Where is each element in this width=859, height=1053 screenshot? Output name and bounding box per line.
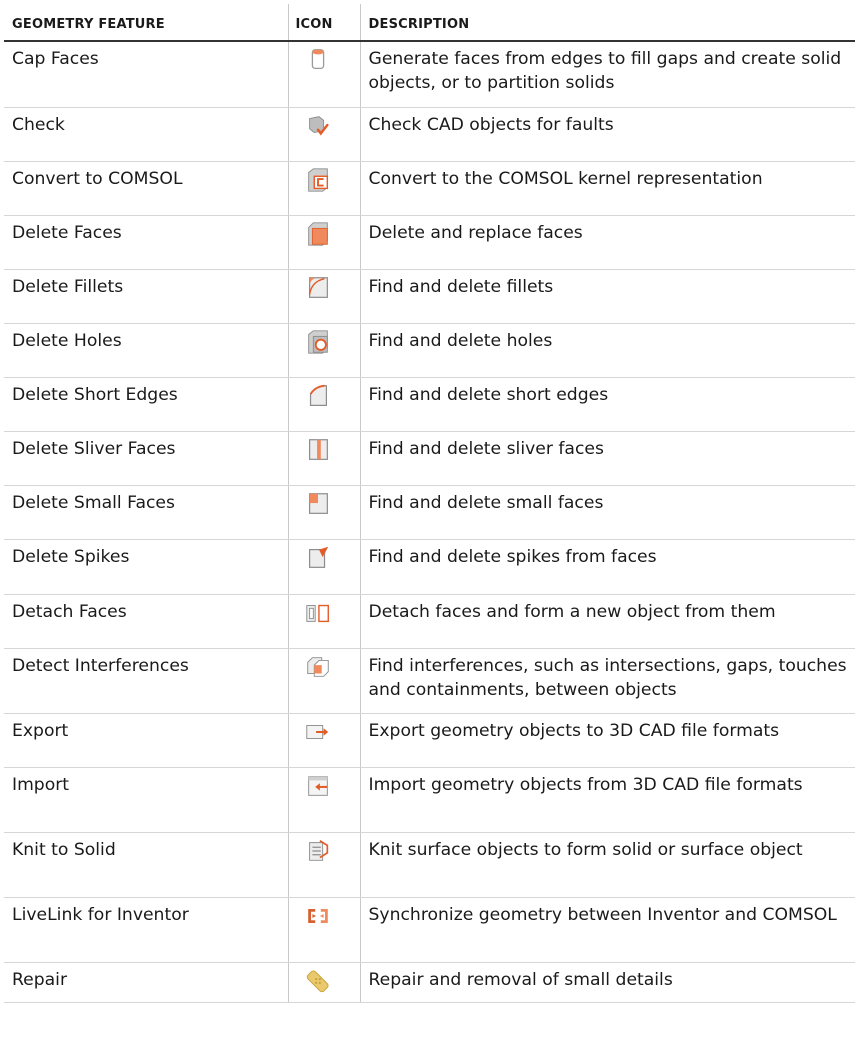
feature-description: Generate faces from edges to fill gaps a… [360,41,855,108]
feature-description: Find interferences, such as intersection… [360,648,855,714]
feature-description: Export geometry objects to 3D CAD file f… [360,713,855,768]
delete-holes-icon [307,329,328,354]
table-row: Cap Faces Generate faces from edges to fi… [4,41,855,108]
feature-description: Knit surface objects to form solid or su… [360,832,855,898]
feature-name: Detect Interferences [4,648,288,714]
feature-description: Find and delete short edges [360,377,855,432]
import-icon [307,775,328,796]
feature-icon-cell [287,377,361,432]
feature-icon-cell [287,215,361,270]
delete-fillets-icon [308,276,328,298]
geometry-features-table: GEOMETRY FEATURE ICON DESCRIPTION Cap Fa… [4,4,855,1003]
delete-faces-icon [307,221,328,246]
header-geometry-feature: GEOMETRY FEATURE [4,4,288,42]
feature-icon-cell [287,485,361,540]
feature-name: Cap Faces [4,41,288,108]
table-row: Check Check CAD objects for faults [4,107,855,162]
feature-icon-cell [287,594,361,649]
feature-description: Check CAD objects for faults [360,107,855,162]
feature-description: Repair and removal of small details [360,962,855,1003]
detach-faces-icon [305,604,329,622]
feature-name: Import [4,767,288,833]
feature-name: Delete Holes [4,323,288,378]
livelink-inventor-icon [307,908,328,923]
feature-description: Detach faces and form a new object from … [360,594,855,649]
export-icon [305,724,328,739]
delete-spikes-icon [308,546,328,568]
delete-small-faces-icon [308,492,328,514]
feature-name: Delete Small Faces [4,485,288,540]
feature-description: Find and delete sliver faces [360,431,855,486]
table-row: Delete Fillets Find and delete fillets [4,269,855,324]
feature-icon-cell [287,713,361,768]
table-header-row: GEOMETRY FEATURE ICON DESCRIPTION [4,4,855,42]
table-row: Delete Short Edges Find and delete short … [4,377,855,432]
feature-description: Find and delete spikes from faces [360,539,855,595]
check-icon [308,115,329,135]
table-row: Delete Small Faces Find and delete small … [4,485,855,540]
header-icon: ICON [287,4,361,42]
delete-sliver-faces-icon [308,438,328,460]
feature-icon-cell [287,269,361,324]
feature-name: Delete Sliver Faces [4,431,288,486]
feature-icon-cell [287,323,361,378]
feature-icon-cell [287,161,361,216]
feature-name: Convert to COMSOL [4,161,288,216]
table-row: Detect Interferences Find interferences, … [4,648,855,714]
convert-to-comsol-icon [307,167,328,192]
table-row: Detach Faces Detach faces and form a new … [4,594,855,649]
feature-name: Knit to Solid [4,832,288,898]
feature-icon-cell [287,539,361,595]
table-row: Delete Faces Delete and replace faces [4,215,855,270]
table-row: Export Export geometry objects to 3D CAD … [4,713,855,768]
table-row: Repair Repair and removal of small detail… [4,962,855,1003]
table-row: Convert to COMSOL Convert to the COMSOL k… [4,161,855,216]
knit-to-solid-icon [308,839,328,861]
detect-interferences-icon [306,656,329,677]
feature-description: Synchronize geometry between Inventor an… [360,897,855,963]
feature-name: Export [4,713,288,768]
feature-icon-cell [287,962,361,1003]
feature-icon-cell [287,648,361,714]
feature-name: Delete Short Edges [4,377,288,432]
table-row: Delete Holes Find and delete holes [4,323,855,378]
feature-icon-cell [287,767,361,833]
feature-name: Delete Fillets [4,269,288,324]
table-row: Knit to Solid Knit surface objects to for… [4,832,855,898]
feature-description: Find and delete holes [360,323,855,378]
table-row: Import Import geometry objects from 3D CA… [4,767,855,833]
feature-icon-cell [287,897,361,963]
feature-description: Find and delete small faces [360,485,855,540]
feature-icon-cell [287,107,361,162]
feature-name: Detach Faces [4,594,288,649]
feature-name: Delete Faces [4,215,288,270]
table-row: LiveLink for Inventor Synchronize geometr… [4,897,855,963]
feature-name: Repair [4,962,288,1003]
feature-description: Convert to the COMSOL kernel representat… [360,161,855,216]
feature-icon-cell [287,431,361,486]
feature-name: Check [4,107,288,162]
cap-faces-icon [311,49,324,70]
table-row: Delete Spikes Find and delete spikes from… [4,539,855,595]
feature-description: Find and delete fillets [360,269,855,324]
table-row: Delete Sliver Faces Find and delete slive… [4,431,855,486]
feature-name: LiveLink for Inventor [4,897,288,963]
repair-icon [306,969,329,992]
delete-short-edges-icon [309,384,327,406]
feature-description: Import geometry objects from 3D CAD file… [360,767,855,833]
feature-icon-cell [287,41,361,108]
feature-description: Delete and replace faces [360,215,855,270]
feature-name: Delete Spikes [4,539,288,595]
feature-icon-cell [287,832,361,898]
header-description: DESCRIPTION [360,4,855,42]
